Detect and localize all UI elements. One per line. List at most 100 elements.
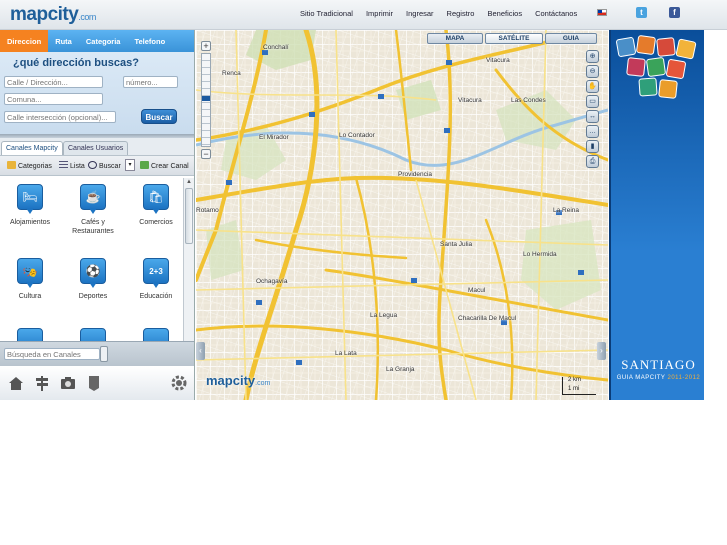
channel-comercios[interactable]: 🛍 Comercios xyxy=(126,184,183,227)
number-input[interactable] xyxy=(123,76,178,88)
scroll-thumb[interactable] xyxy=(185,188,193,244)
nav-imprimir[interactable]: Imprimir xyxy=(366,9,393,18)
hand-pan-icon[interactable]: ✋ xyxy=(586,80,599,93)
channel-cultura[interactable]: 🎭 Cultura xyxy=(0,258,60,301)
bookmark-icon[interactable] xyxy=(86,375,102,391)
park-icon xyxy=(638,77,658,97)
tab-direccion[interactable]: Direccion xyxy=(0,30,49,52)
intersection-input[interactable] xyxy=(4,111,116,123)
tab-mapa[interactable]: MAPA xyxy=(427,33,483,44)
channel-cafes-restaurantes[interactable]: ☕ Cafés y Restaurantes xyxy=(63,184,123,236)
channel-search-bar xyxy=(0,341,194,366)
chevron-down-icon[interactable]: ▾ xyxy=(125,159,135,171)
route-icon[interactable]: ↔ xyxy=(586,110,599,123)
bottom-toolbar xyxy=(0,367,194,400)
channel-tabs: Canales Mapcity Canales Usuarios xyxy=(0,138,194,156)
nav-contactanos[interactable]: Contáctanos xyxy=(535,9,577,18)
ad-years: 2011-2012 xyxy=(667,375,701,381)
coffee-icon xyxy=(675,38,697,60)
ad-city: SANTIAGO xyxy=(621,357,696,372)
place-label: Providencia xyxy=(398,171,432,178)
tab-categoria[interactable]: Categoria xyxy=(79,30,128,52)
culture-icon xyxy=(665,58,687,80)
slider-handle[interactable] xyxy=(100,346,108,362)
zoom-slider[interactable] xyxy=(201,53,211,147)
channel-deportes[interactable]: ⚽ Deportes xyxy=(63,258,123,301)
zoom-box-in-icon[interactable]: ⊕ xyxy=(586,50,599,63)
channel-alojamientos[interactable]: 🛏 Alojamientos xyxy=(0,184,60,227)
tab-telefono[interactable]: Telefono xyxy=(127,30,172,52)
place-label: La Lata xyxy=(335,350,357,357)
nav-ingresar[interactable]: Ingresar xyxy=(406,9,434,18)
buscar-button[interactable]: Buscar xyxy=(88,161,121,170)
tab-canales-mapcity[interactable]: Canales Mapcity xyxy=(1,141,63,155)
leisure-icon xyxy=(645,56,667,78)
search-button[interactable]: Buscar xyxy=(141,109,177,124)
comuna-input[interactable] xyxy=(4,93,103,105)
scale-bar: 2 km 1 mi xyxy=(562,377,596,395)
home-icon[interactable] xyxy=(8,375,24,391)
tab-satelite[interactable]: SATÉLITE xyxy=(485,33,543,44)
ad-subtitle: GUIA MAPCITY 2011-2012 xyxy=(611,375,704,381)
stats-icon[interactable]: ▮ xyxy=(586,140,599,153)
place-label: Lo Hermida xyxy=(523,251,557,258)
channel-label: Comercios xyxy=(139,219,173,226)
channel-educacion[interactable]: 2+3 Educación xyxy=(126,258,183,301)
gear-icon[interactable] xyxy=(170,374,188,392)
zoom-control: + − xyxy=(201,41,211,159)
sports-icon xyxy=(658,79,678,99)
pan-right-icon[interactable]: › xyxy=(597,342,606,360)
twitter-icon[interactable]: t xyxy=(636,7,647,18)
channel-icon xyxy=(143,328,169,341)
left-panel: Direccion Ruta Categoria Telefono ¿qué d… xyxy=(0,30,195,400)
logo-text: mapcity xyxy=(10,4,79,25)
tab-ruta[interactable]: Ruta xyxy=(48,30,79,52)
zoom-in-button[interactable]: + xyxy=(201,41,211,51)
comment-icon[interactable]: … xyxy=(586,125,599,138)
channel-scrollbar[interactable]: ▲ xyxy=(183,178,194,341)
map-view[interactable]: Conchalí Vitacura Renca Vitacura Las Con… xyxy=(196,30,608,400)
map-logo-suffix: .com xyxy=(255,380,271,387)
map-logo: mapcity.com xyxy=(206,373,270,388)
signpost-icon[interactable] xyxy=(34,375,50,391)
channel-label: Alojamientos xyxy=(9,219,51,226)
print-icon[interactable]: ⎙ xyxy=(586,155,599,168)
nav-sitio-tradicional[interactable]: Sitio Tradicional xyxy=(300,9,353,18)
zoom-slider-thumb[interactable] xyxy=(202,96,210,101)
logo-suffix: .com xyxy=(78,12,96,22)
nav-registro[interactable]: Registro xyxy=(447,9,475,18)
channel-search-input[interactable] xyxy=(4,348,100,360)
place-label: Conchalí xyxy=(263,44,289,51)
channel-partial[interactable] xyxy=(63,328,123,341)
place-label: Las Condes xyxy=(511,97,546,104)
tab-canales-usuarios[interactable]: Canales Usuarios xyxy=(63,141,129,155)
street-input[interactable] xyxy=(4,76,103,88)
chile-flag-icon[interactable] xyxy=(597,9,607,16)
mapcity-logo[interactable]: mapcity.com xyxy=(10,4,96,26)
channel-label: Cultura xyxy=(18,293,42,300)
zoom-box-out-icon[interactable]: ⊖ xyxy=(586,65,599,78)
bed-icon xyxy=(626,57,646,77)
place-label: Macul xyxy=(468,287,486,294)
place-label: La Reina xyxy=(553,207,580,214)
scroll-up-icon[interactable]: ▲ xyxy=(186,179,192,185)
ruler-icon[interactable]: ▭ xyxy=(586,95,599,108)
pan-left-icon[interactable]: ‹ xyxy=(196,342,205,360)
place-label: La Granja xyxy=(386,366,415,373)
ad-subtitle-text: GUIA MAPCITY xyxy=(616,375,666,381)
map-canvas[interactable] xyxy=(196,30,608,400)
app-window: mapcity.com Sitio Tradicional Imprimir I… xyxy=(0,0,727,400)
santiago-guide-ad[interactable]: SANTIAGO GUIA MAPCITY 2011-2012 xyxy=(609,30,704,400)
channel-partial[interactable] xyxy=(126,328,183,341)
nav-beneficios[interactable]: Beneficios xyxy=(487,9,522,18)
camera-icon[interactable] xyxy=(60,375,76,391)
categorias-button[interactable]: Categorias xyxy=(7,161,52,170)
tab-guia[interactable]: GUIA xyxy=(545,33,597,44)
facebook-icon[interactable]: f xyxy=(669,7,680,18)
zoom-out-button[interactable]: − xyxy=(201,149,211,159)
sports-icon: ⚽ xyxy=(80,258,106,288)
channel-partial[interactable] xyxy=(0,328,60,341)
theater-masks-icon: 🎭 xyxy=(17,258,43,288)
lista-button[interactable]: Lista xyxy=(59,161,85,170)
crear-canal-button[interactable]: Crear Canal xyxy=(140,161,189,170)
